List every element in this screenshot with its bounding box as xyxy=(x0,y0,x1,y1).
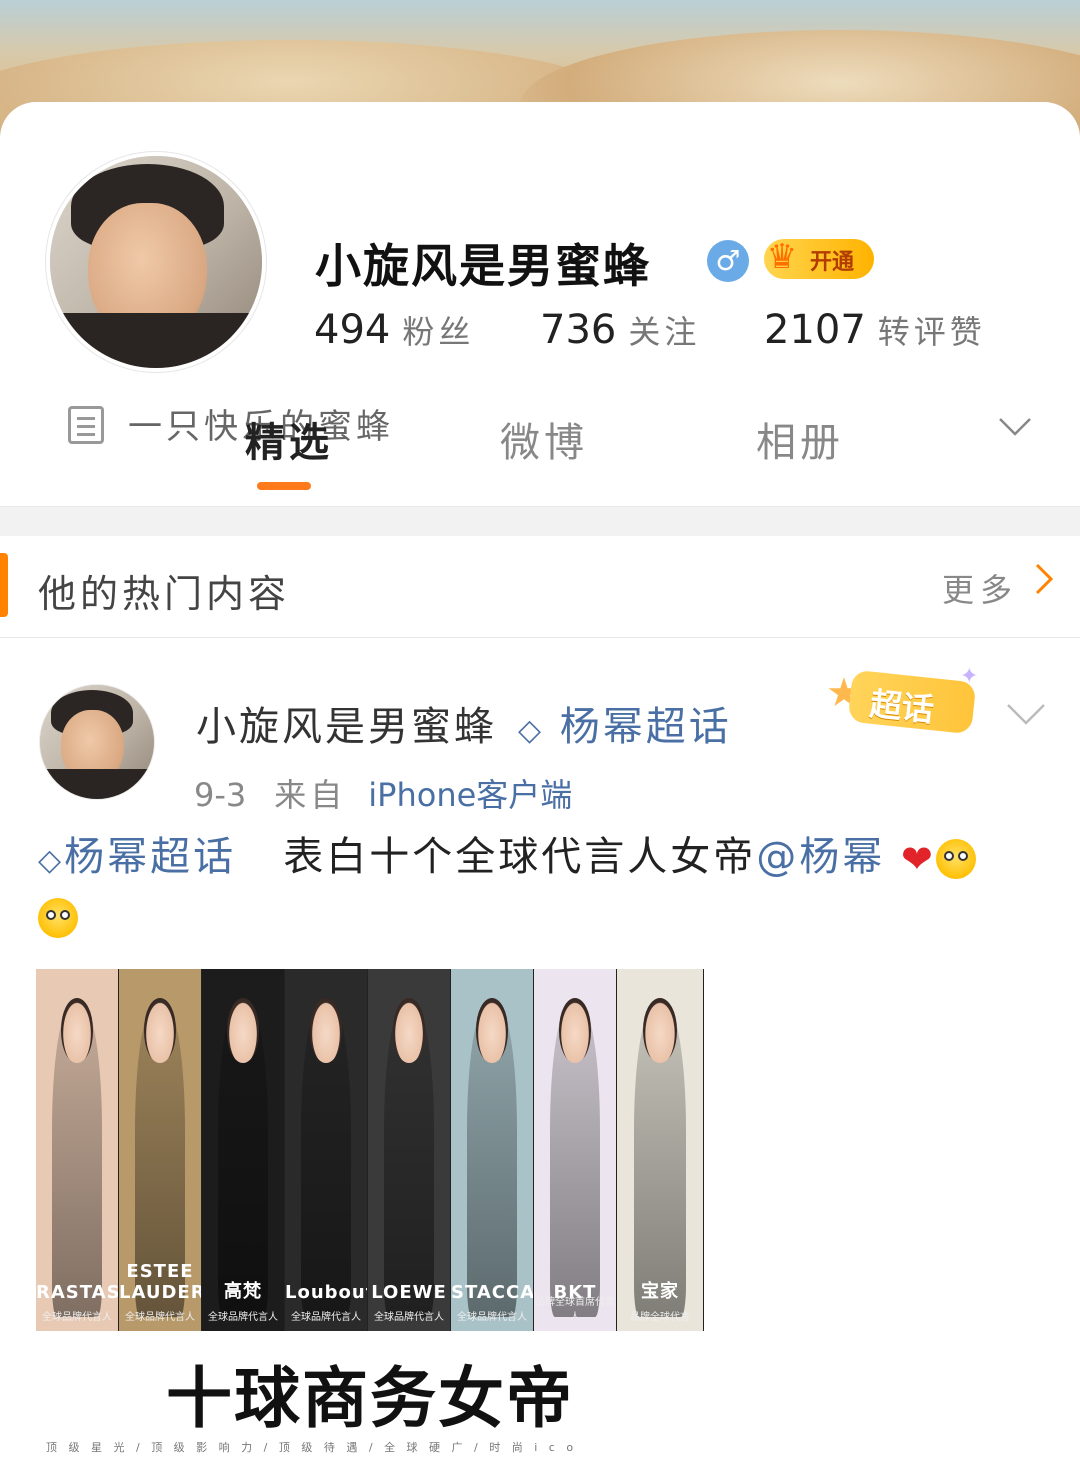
ambassador-panel: 宝家 品牌全球代言 xyxy=(617,969,704,1331)
model-head xyxy=(392,997,426,1064)
post-mention[interactable]: @杨幂 xyxy=(756,834,885,880)
post-menu-chevron-icon[interactable] xyxy=(1006,690,1046,736)
diamond-icon: ◇ xyxy=(518,713,545,748)
post-body: ◇杨幂超话 表白十个全球代言人女帝@杨幂 ❤ xyxy=(38,826,1048,892)
chevron-right-icon[interactable] xyxy=(1034,560,1054,606)
brand-label: 宝家 xyxy=(641,1281,679,1302)
post-image[interactable]: RASTAS 全球品牌代言人 ESTEE LAUDER 全球品牌代言人 高梵 全球品牌代言… xyxy=(36,969,704,1481)
chaohua-badge[interactable]: ★ 超话 ✦ xyxy=(826,664,986,736)
post-topic-link[interactable]: ◇ 杨幂超话 xyxy=(518,694,732,752)
stat-interactions[interactable]: 2107 转评赞 xyxy=(764,307,986,353)
stat-value: 2107 xyxy=(764,307,866,353)
model-head xyxy=(143,997,177,1064)
brand-label: ESTEE LAUDER xyxy=(119,1261,202,1303)
profile-avatar[interactable] xyxy=(46,152,266,372)
ambassador-panel: BKT 品牌全球首席代言人 xyxy=(534,969,617,1331)
ambassador-panel: RASTAS 全球品牌代言人 xyxy=(36,969,119,1331)
chaohua-label: 超话 xyxy=(867,684,936,730)
post-from-label: 来自 xyxy=(274,776,347,814)
more-link[interactable]: 更多 xyxy=(942,565,1018,611)
stat-value: 736 xyxy=(540,307,617,353)
model-head xyxy=(226,997,260,1064)
emoji-row xyxy=(38,898,78,938)
post-date: 9-3 xyxy=(194,776,247,814)
diamond-icon: ◇ xyxy=(38,843,65,878)
avatar-shirt xyxy=(40,769,154,799)
post-author-name[interactable]: 小旋风是男蜜蜂 xyxy=(196,694,497,752)
section-title: 他的热门内容 xyxy=(38,572,291,616)
male-icon: ♂ xyxy=(707,240,749,282)
post-author-avatar[interactable] xyxy=(40,685,154,799)
brand-caption: 全球品牌代言人 xyxy=(457,1312,527,1323)
model-head xyxy=(642,997,678,1064)
model-head xyxy=(309,997,343,1064)
model-head xyxy=(558,997,592,1064)
brand-label: STACCATO xyxy=(451,1282,534,1303)
model-head xyxy=(60,997,94,1064)
ambassador-panel: Louboutin 全球品牌代言人 xyxy=(285,969,368,1331)
shocked-emoji-icon xyxy=(935,839,976,879)
brand-caption: 全球品牌代言人 xyxy=(42,1312,112,1323)
sparkle-icon: ✦ xyxy=(960,664,979,689)
brand-caption: 全球品牌代言人 xyxy=(208,1312,278,1323)
ambassador-panel: ESTEE LAUDER 全球品牌代言人 xyxy=(119,969,202,1331)
brand-label: LOEWE xyxy=(371,1282,447,1303)
heart-icon: ❤ xyxy=(900,837,936,881)
brand-caption: 全球品牌代言人 xyxy=(291,1312,361,1323)
chevron-down-icon[interactable] xyxy=(998,406,1031,438)
ambassador-panel: STACCATO 全球品牌代言人 xyxy=(451,969,534,1331)
stat-label: 关注 xyxy=(628,313,701,351)
section-accent-bar xyxy=(0,553,8,617)
tab-album[interactable]: 相册 xyxy=(756,410,844,468)
vip-open-label: 开通 xyxy=(810,250,855,275)
image-tagline: 顶 级 星 光 / 顶 级 影 响 力 / 顶 级 待 遇 / 全 球 硬 广 … xyxy=(46,1441,578,1454)
profile-name: 小旋风是男蜜蜂 xyxy=(315,239,651,293)
brand-caption: 品牌全球首席代言人 xyxy=(535,1297,615,1323)
document-icon xyxy=(68,406,104,444)
section-divider xyxy=(0,506,1080,536)
brand-label: RASTAS xyxy=(36,1282,119,1303)
image-headline: 十球商务女帝 xyxy=(166,1360,574,1437)
post-source[interactable]: iPhone客户端 xyxy=(368,776,572,814)
avatar-shirt xyxy=(50,312,262,368)
ambassador-panel: LOEWE 全球品牌代言人 xyxy=(368,969,451,1331)
stat-label: 粉丝 xyxy=(402,313,475,351)
ambassador-panel: 高梵 全球品牌代言人 xyxy=(202,969,285,1331)
divider xyxy=(0,637,1080,638)
active-tab-indicator xyxy=(257,482,311,490)
post-body-text: 表白十个全球代言人女帝 xyxy=(283,834,757,880)
shocked-emoji-icon xyxy=(38,898,78,938)
model-head xyxy=(475,997,509,1064)
stat-value: 494 xyxy=(314,307,391,353)
ambassador-panels: RASTAS 全球品牌代言人 ESTEE LAUDER 全球品牌代言人 高梵 全球品牌代言… xyxy=(36,969,704,1331)
crown-icon: ♛ xyxy=(766,237,798,277)
tab-featured[interactable]: 精选 xyxy=(245,410,333,468)
brand-label: 高梵 xyxy=(224,1281,262,1302)
stat-followers[interactable]: 494 粉丝 xyxy=(314,307,474,353)
brand-caption: 全球品牌代言人 xyxy=(374,1312,444,1323)
post-meta: 9-3 来自 iPhone客户端 xyxy=(194,770,572,816)
stat-following[interactable]: 736 关注 xyxy=(540,307,700,353)
post-topic-label: 杨幂超话 xyxy=(559,704,732,750)
brand-caption: 全球品牌代言人 xyxy=(125,1312,195,1323)
tab-weibo[interactable]: 微博 xyxy=(500,410,588,468)
post-body-topic[interactable]: ◇杨幂超话 xyxy=(38,834,236,880)
vip-open-button[interactable]: ♛ 开通 xyxy=(764,237,874,279)
brand-label: Louboutin xyxy=(285,1282,367,1303)
stat-label: 转评赞 xyxy=(877,313,986,351)
post-body-topic-label: 杨幂超话 xyxy=(64,834,237,880)
brand-caption: 品牌全球代言 xyxy=(630,1312,690,1323)
